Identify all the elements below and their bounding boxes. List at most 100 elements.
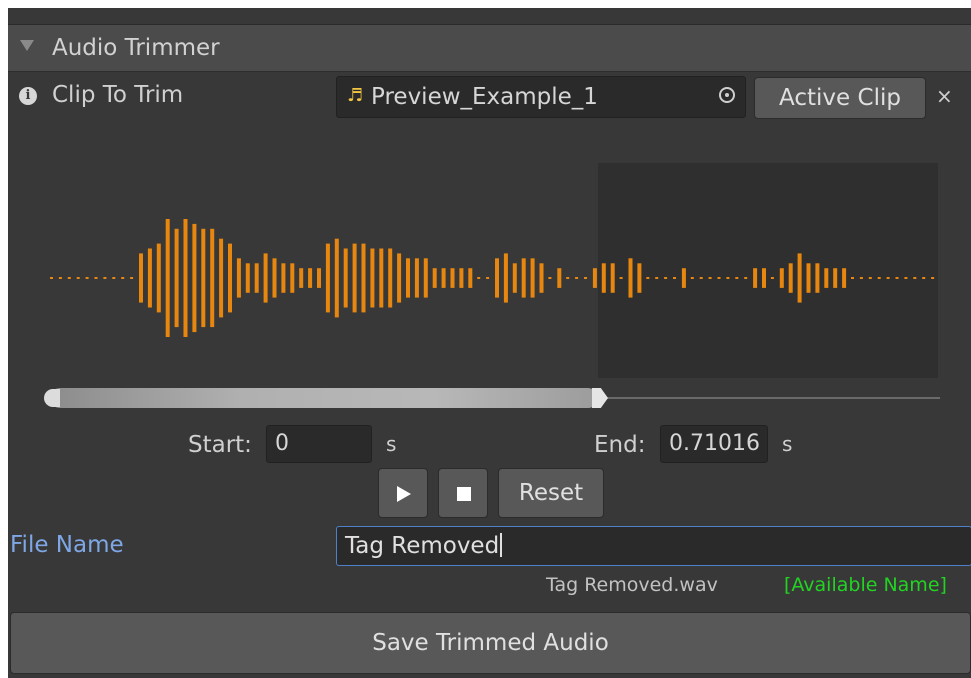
waveform-bar: [904, 277, 908, 279]
stop-icon: [457, 487, 471, 501]
start-unit-label: s: [386, 432, 397, 456]
save-trimmed-audio-button[interactable]: Save Trimmed Audio: [10, 612, 971, 674]
waveform-bar: [130, 277, 134, 279]
waveform-bar: [708, 277, 712, 279]
start-input[interactable]: 0: [266, 425, 372, 463]
clip-to-trim-label: Clip To Trim: [52, 82, 184, 108]
waveform-bar: [165, 219, 170, 337]
waveform-bar: [183, 219, 188, 337]
waveform-bar: [575, 277, 579, 279]
waveform-bar: [299, 268, 304, 288]
close-icon[interactable]: ×: [936, 84, 953, 108]
waveform-bar: [486, 277, 490, 279]
waveform-bar: [236, 258, 241, 298]
output-filename: Tag Removed.wav: [546, 574, 718, 596]
waveform-bar: [503, 253, 508, 303]
waveform-bar: [468, 268, 473, 288]
waveform-bar: [922, 277, 926, 279]
waveform-bar: [414, 258, 419, 298]
end-label: End:: [594, 432, 646, 458]
waveform-bar: [664, 277, 668, 279]
end-unit-label: s: [782, 432, 793, 456]
waveform-bar: [592, 268, 597, 288]
clip-object-value: Preview_Example_1: [371, 84, 598, 110]
trim-end-handle[interactable]: [592, 388, 608, 408]
waveform-bar: [50, 277, 53, 279]
text-caret: [500, 533, 503, 557]
waveform-bar: [432, 268, 437, 288]
waveform-bar: [548, 277, 552, 279]
waveform-bar: [931, 277, 935, 279]
waveform-bar: [76, 277, 80, 279]
waveform-bar: [512, 263, 517, 293]
waveform-bar: [85, 277, 89, 279]
waveform-bar: [815, 263, 820, 293]
waveform-bar: [886, 277, 890, 279]
waveform-bar: [566, 277, 570, 279]
waveform-bar: [530, 258, 535, 298]
waveform-bar: [806, 263, 811, 293]
waveform-bar: [877, 277, 881, 279]
waveform-bar: [317, 268, 321, 288]
waveform-bar: [147, 248, 152, 308]
waveform-bar: [228, 243, 232, 313]
reset-button[interactable]: Reset: [498, 468, 604, 518]
waveform-bar: [762, 268, 766, 288]
waveform-bar: [343, 248, 348, 308]
waveform-bar: [423, 258, 428, 298]
waveform-bar: [272, 258, 277, 298]
waveform-unselected-region: [598, 163, 938, 378]
clip-object-field[interactable]: ♬ Preview_Example_1: [336, 76, 746, 118]
waveform-bar: [201, 228, 206, 328]
waveform-bar: [219, 238, 224, 318]
trim-slider-range[interactable]: [50, 388, 598, 408]
waveform-bar: [379, 248, 384, 308]
trim-start-handle[interactable]: [44, 389, 60, 407]
waveform-bar: [770, 277, 774, 279]
waveform-bar: [646, 277, 650, 279]
waveform-bar: [477, 277, 481, 279]
waveform-bar: [895, 277, 899, 279]
waveform-bar: [824, 268, 829, 288]
audio-trimmer-panel: Audio Trimmer i Clip To Trim ♬ Preview_E…: [8, 8, 971, 678]
waveform-bar: [521, 258, 526, 298]
waveform-bar: [495, 258, 499, 298]
waveform-bar: [699, 277, 703, 279]
stop-button[interactable]: [438, 468, 488, 518]
file-name-input[interactable]: Tag Removed: [336, 526, 971, 566]
object-picker-icon[interactable]: [719, 87, 735, 103]
active-clip-button[interactable]: Active Clip: [754, 77, 926, 119]
play-button[interactable]: [378, 468, 428, 518]
waveform-bar: [859, 277, 863, 279]
foldout-title: Audio Trimmer: [52, 35, 220, 61]
waveform-bar: [174, 228, 179, 328]
waveform-bar: [121, 277, 125, 279]
waveform-bar: [139, 253, 143, 303]
waveform-bar: [156, 243, 161, 313]
waveform-bar: [397, 253, 402, 303]
waveform-bar: [67, 277, 71, 279]
waveform-bar: [779, 268, 784, 288]
waveform-bar: [112, 277, 116, 279]
waveform-bar: [628, 258, 633, 298]
waveform-bar: [601, 263, 606, 293]
waveform-bar: [681, 268, 686, 288]
file-name-label: File Name: [10, 532, 124, 558]
waveform-bar: [788, 263, 793, 293]
waveform-bar: [717, 277, 721, 279]
waveform-bar: [833, 268, 838, 288]
waveform-bar: [263, 253, 268, 303]
waveform-bar: [58, 277, 62, 279]
name-status-badge: [Available Name]: [784, 574, 947, 596]
foldout-header[interactable]: Audio Trimmer: [8, 24, 971, 72]
waveform-bar: [254, 263, 259, 293]
waveform-bar: [210, 228, 215, 328]
waveform-bar: [370, 248, 375, 308]
waveform-bar: [388, 248, 393, 308]
waveform-bar: [913, 277, 917, 279]
end-input[interactable]: 0.71016: [660, 425, 768, 463]
foldout-arrow-icon[interactable]: [20, 40, 34, 51]
waveform-bar: [842, 268, 847, 288]
waveform-bar: [557, 268, 562, 288]
waveform-bar: [744, 277, 748, 279]
